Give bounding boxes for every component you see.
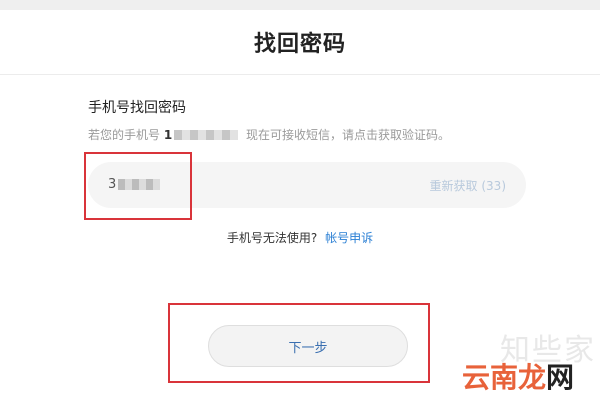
next-step-button[interactable]: 下一步 <box>208 325 408 367</box>
account-appeal-link[interactable]: 帐号申诉 <box>325 231 373 245</box>
section-title: 手机号找回密码 <box>88 100 186 116</box>
code-highlight-box <box>84 152 192 220</box>
phone-number: 1 <box>163 128 173 142</box>
hint-prefix: 若您的手机号 <box>88 128 161 142</box>
phone-mask <box>174 130 239 140</box>
phone-unavailable-text: 手机号无法使用? <box>226 231 318 245</box>
help-row: 手机号无法使用? 帐号申诉 <box>0 229 600 246</box>
watermark-logo: 云南龙网 <box>462 356 574 396</box>
page-title: 找回密码 <box>253 32 346 57</box>
page: 找回密码 手机号找回密码 若您的手机号 1 现在可接收短信，请点击获取验证码。 … <box>0 0 600 400</box>
hint-suffix: 现在可接收短信，请点击获取验证码。 <box>246 128 451 142</box>
resend-code-button[interactable]: 重新获取 (33) <box>430 177 506 194</box>
header: 找回密码 <box>0 10 600 75</box>
watermark-logo-tail: 网 <box>546 361 575 394</box>
sms-hint: 若您的手机号 1 现在可接收短信，请点击获取验证码。 <box>88 126 450 143</box>
top-strip <box>0 0 600 10</box>
watermark-logo-main: 云南龙 <box>462 361 547 394</box>
